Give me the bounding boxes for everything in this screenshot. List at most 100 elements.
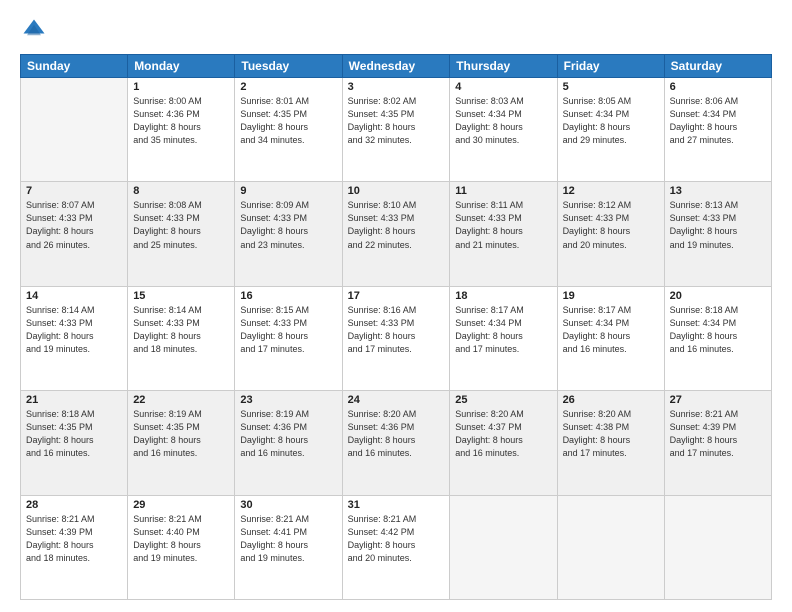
- col-header-monday: Monday: [128, 55, 235, 78]
- calendar-cell: 22 Sunrise: 8:19 AM Sunset: 4:35 PM Dayli…: [128, 391, 235, 495]
- day-number: 3: [348, 81, 445, 93]
- day-number: 26: [563, 394, 659, 406]
- calendar-cell: 25Sunrise: 8:20 AM Sunset: 4:37 PM Dayli…: [450, 391, 557, 495]
- calendar-cell: 27 Sunrise: 8:21 AM Sunset: 4:39 PM Dayli…: [664, 391, 771, 495]
- day-detail: Sunrise: 8:08 AM Sunset: 4:33 PM Dayligh…: [133, 199, 229, 251]
- day-number: 23: [240, 394, 336, 406]
- calendar-week-0: 1 Sunrise: 8:00 AM Sunset: 4:36 PM Daylig…: [21, 78, 772, 182]
- calendar-header-row: SundayMondayTuesdayWednesdayThursdayFrid…: [21, 55, 772, 78]
- calendar-cell: 31 Sunrise: 8:21 AM Sunset: 4:42 PM Dayli…: [342, 495, 450, 599]
- day-detail: Sunrise: 8:06 AM Sunset: 4:34 PM Dayligh…: [670, 95, 766, 147]
- day-detail: Sunrise: 8:20 AM Sunset: 4:36 PM Dayligh…: [348, 408, 445, 460]
- calendar-cell: 19 Sunrise: 8:17 AM Sunset: 4:34 PM Dayli…: [557, 286, 664, 390]
- day-detail: Sunrise: 8:01 AM Sunset: 4:35 PM Dayligh…: [240, 95, 336, 147]
- calendar-cell: 2 Sunrise: 8:01 AM Sunset: 4:35 PM Daylig…: [235, 78, 342, 182]
- day-detail: Sunrise: 8:12 AM Sunset: 4:33 PM Dayligh…: [563, 199, 659, 251]
- logo-icon: [20, 16, 48, 44]
- header: [20, 16, 772, 44]
- calendar-cell: 26Sunrise: 8:20 AM Sunset: 4:38 PM Dayli…: [557, 391, 664, 495]
- day-number: 21: [26, 394, 122, 406]
- day-number: 19: [563, 290, 659, 302]
- page: SundayMondayTuesdayWednesdayThursdayFrid…: [0, 0, 792, 612]
- calendar-week-1: 7 Sunrise: 8:07 AM Sunset: 4:33 PM Daylig…: [21, 182, 772, 286]
- day-detail: Sunrise: 8:15 AM Sunset: 4:33 PM Dayligh…: [240, 304, 336, 356]
- calendar-cell: 14Sunrise: 8:14 AM Sunset: 4:33 PM Dayli…: [21, 286, 128, 390]
- day-number: 31: [348, 499, 445, 511]
- day-detail: Sunrise: 8:05 AM Sunset: 4:34 PM Dayligh…: [563, 95, 659, 147]
- day-detail: Sunrise: 8:16 AM Sunset: 4:33 PM Dayligh…: [348, 304, 445, 356]
- calendar-cell: 13Sunrise: 8:13 AM Sunset: 4:33 PM Dayli…: [664, 182, 771, 286]
- day-number: 29: [133, 499, 229, 511]
- logo: [20, 16, 52, 44]
- day-number: 16: [240, 290, 336, 302]
- calendar-cell: 17 Sunrise: 8:16 AM Sunset: 4:33 PM Dayli…: [342, 286, 450, 390]
- day-detail: Sunrise: 8:17 AM Sunset: 4:34 PM Dayligh…: [563, 304, 659, 356]
- col-header-friday: Friday: [557, 55, 664, 78]
- day-number: 2: [240, 81, 336, 93]
- day-number: 11: [455, 185, 551, 197]
- calendar-cell: 7 Sunrise: 8:07 AM Sunset: 4:33 PM Daylig…: [21, 182, 128, 286]
- calendar-week-2: 14Sunrise: 8:14 AM Sunset: 4:33 PM Dayli…: [21, 286, 772, 390]
- calendar-cell: [450, 495, 557, 599]
- calendar-cell: 24Sunrise: 8:20 AM Sunset: 4:36 PM Dayli…: [342, 391, 450, 495]
- day-number: 15: [133, 290, 229, 302]
- calendar-week-3: 21 Sunrise: 8:18 AM Sunset: 4:35 PM Dayli…: [21, 391, 772, 495]
- day-detail: Sunrise: 8:11 AM Sunset: 4:33 PM Dayligh…: [455, 199, 551, 251]
- calendar-table: SundayMondayTuesdayWednesdayThursdayFrid…: [20, 54, 772, 600]
- day-number: 7: [26, 185, 122, 197]
- calendar-cell: 4Sunrise: 8:03 AM Sunset: 4:34 PM Daylig…: [450, 78, 557, 182]
- day-number: 12: [563, 185, 659, 197]
- col-header-tuesday: Tuesday: [235, 55, 342, 78]
- day-detail: Sunrise: 8:14 AM Sunset: 4:33 PM Dayligh…: [26, 304, 122, 356]
- day-detail: Sunrise: 8:21 AM Sunset: 4:39 PM Dayligh…: [26, 513, 122, 565]
- day-detail: Sunrise: 8:00 AM Sunset: 4:36 PM Dayligh…: [133, 95, 229, 147]
- day-number: 17: [348, 290, 445, 302]
- calendar-cell: 29 Sunrise: 8:21 AM Sunset: 4:40 PM Dayli…: [128, 495, 235, 599]
- day-detail: Sunrise: 8:07 AM Sunset: 4:33 PM Dayligh…: [26, 199, 122, 251]
- col-header-sunday: Sunday: [21, 55, 128, 78]
- day-number: 5: [563, 81, 659, 93]
- calendar-cell: 11 Sunrise: 8:11 AM Sunset: 4:33 PM Dayli…: [450, 182, 557, 286]
- day-number: 8: [133, 185, 229, 197]
- day-number: 18: [455, 290, 551, 302]
- day-detail: Sunrise: 8:21 AM Sunset: 4:42 PM Dayligh…: [348, 513, 445, 565]
- day-number: 20: [670, 290, 766, 302]
- calendar-cell: 9Sunrise: 8:09 AM Sunset: 4:33 PM Daylig…: [235, 182, 342, 286]
- day-detail: Sunrise: 8:21 AM Sunset: 4:39 PM Dayligh…: [670, 408, 766, 460]
- calendar-cell: 18 Sunrise: 8:17 AM Sunset: 4:34 PM Dayli…: [450, 286, 557, 390]
- calendar-cell: 10 Sunrise: 8:10 AM Sunset: 4:33 PM Dayli…: [342, 182, 450, 286]
- day-detail: Sunrise: 8:10 AM Sunset: 4:33 PM Dayligh…: [348, 199, 445, 251]
- day-number: 22: [133, 394, 229, 406]
- calendar-week-4: 28 Sunrise: 8:21 AM Sunset: 4:39 PM Dayli…: [21, 495, 772, 599]
- day-number: 25: [455, 394, 551, 406]
- calendar-cell: 28 Sunrise: 8:21 AM Sunset: 4:39 PM Dayli…: [21, 495, 128, 599]
- day-detail: Sunrise: 8:19 AM Sunset: 4:35 PM Dayligh…: [133, 408, 229, 460]
- day-number: 4: [455, 81, 551, 93]
- day-detail: Sunrise: 8:17 AM Sunset: 4:34 PM Dayligh…: [455, 304, 551, 356]
- calendar-cell: [21, 78, 128, 182]
- day-number: 27: [670, 394, 766, 406]
- day-number: 13: [670, 185, 766, 197]
- calendar-cell: 8 Sunrise: 8:08 AM Sunset: 4:33 PM Daylig…: [128, 182, 235, 286]
- calendar-cell: 20 Sunrise: 8:18 AM Sunset: 4:34 PM Dayli…: [664, 286, 771, 390]
- day-number: 30: [240, 499, 336, 511]
- col-header-wednesday: Wednesday: [342, 55, 450, 78]
- day-detail: Sunrise: 8:21 AM Sunset: 4:41 PM Dayligh…: [240, 513, 336, 565]
- calendar-cell: 12 Sunrise: 8:12 AM Sunset: 4:33 PM Dayli…: [557, 182, 664, 286]
- day-detail: Sunrise: 8:18 AM Sunset: 4:35 PM Dayligh…: [26, 408, 122, 460]
- calendar-cell: 21 Sunrise: 8:18 AM Sunset: 4:35 PM Dayli…: [21, 391, 128, 495]
- calendar-cell: 30 Sunrise: 8:21 AM Sunset: 4:41 PM Dayli…: [235, 495, 342, 599]
- calendar-cell: 6 Sunrise: 8:06 AM Sunset: 4:34 PM Daylig…: [664, 78, 771, 182]
- day-detail: Sunrise: 8:02 AM Sunset: 4:35 PM Dayligh…: [348, 95, 445, 147]
- day-detail: Sunrise: 8:21 AM Sunset: 4:40 PM Dayligh…: [133, 513, 229, 565]
- day-number: 28: [26, 499, 122, 511]
- calendar-cell: [557, 495, 664, 599]
- day-detail: Sunrise: 8:18 AM Sunset: 4:34 PM Dayligh…: [670, 304, 766, 356]
- calendar-cell: [664, 495, 771, 599]
- day-number: 6: [670, 81, 766, 93]
- day-number: 10: [348, 185, 445, 197]
- day-detail: Sunrise: 8:19 AM Sunset: 4:36 PM Dayligh…: [240, 408, 336, 460]
- col-header-saturday: Saturday: [664, 55, 771, 78]
- day-number: 1: [133, 81, 229, 93]
- calendar-cell: 23 Sunrise: 8:19 AM Sunset: 4:36 PM Dayli…: [235, 391, 342, 495]
